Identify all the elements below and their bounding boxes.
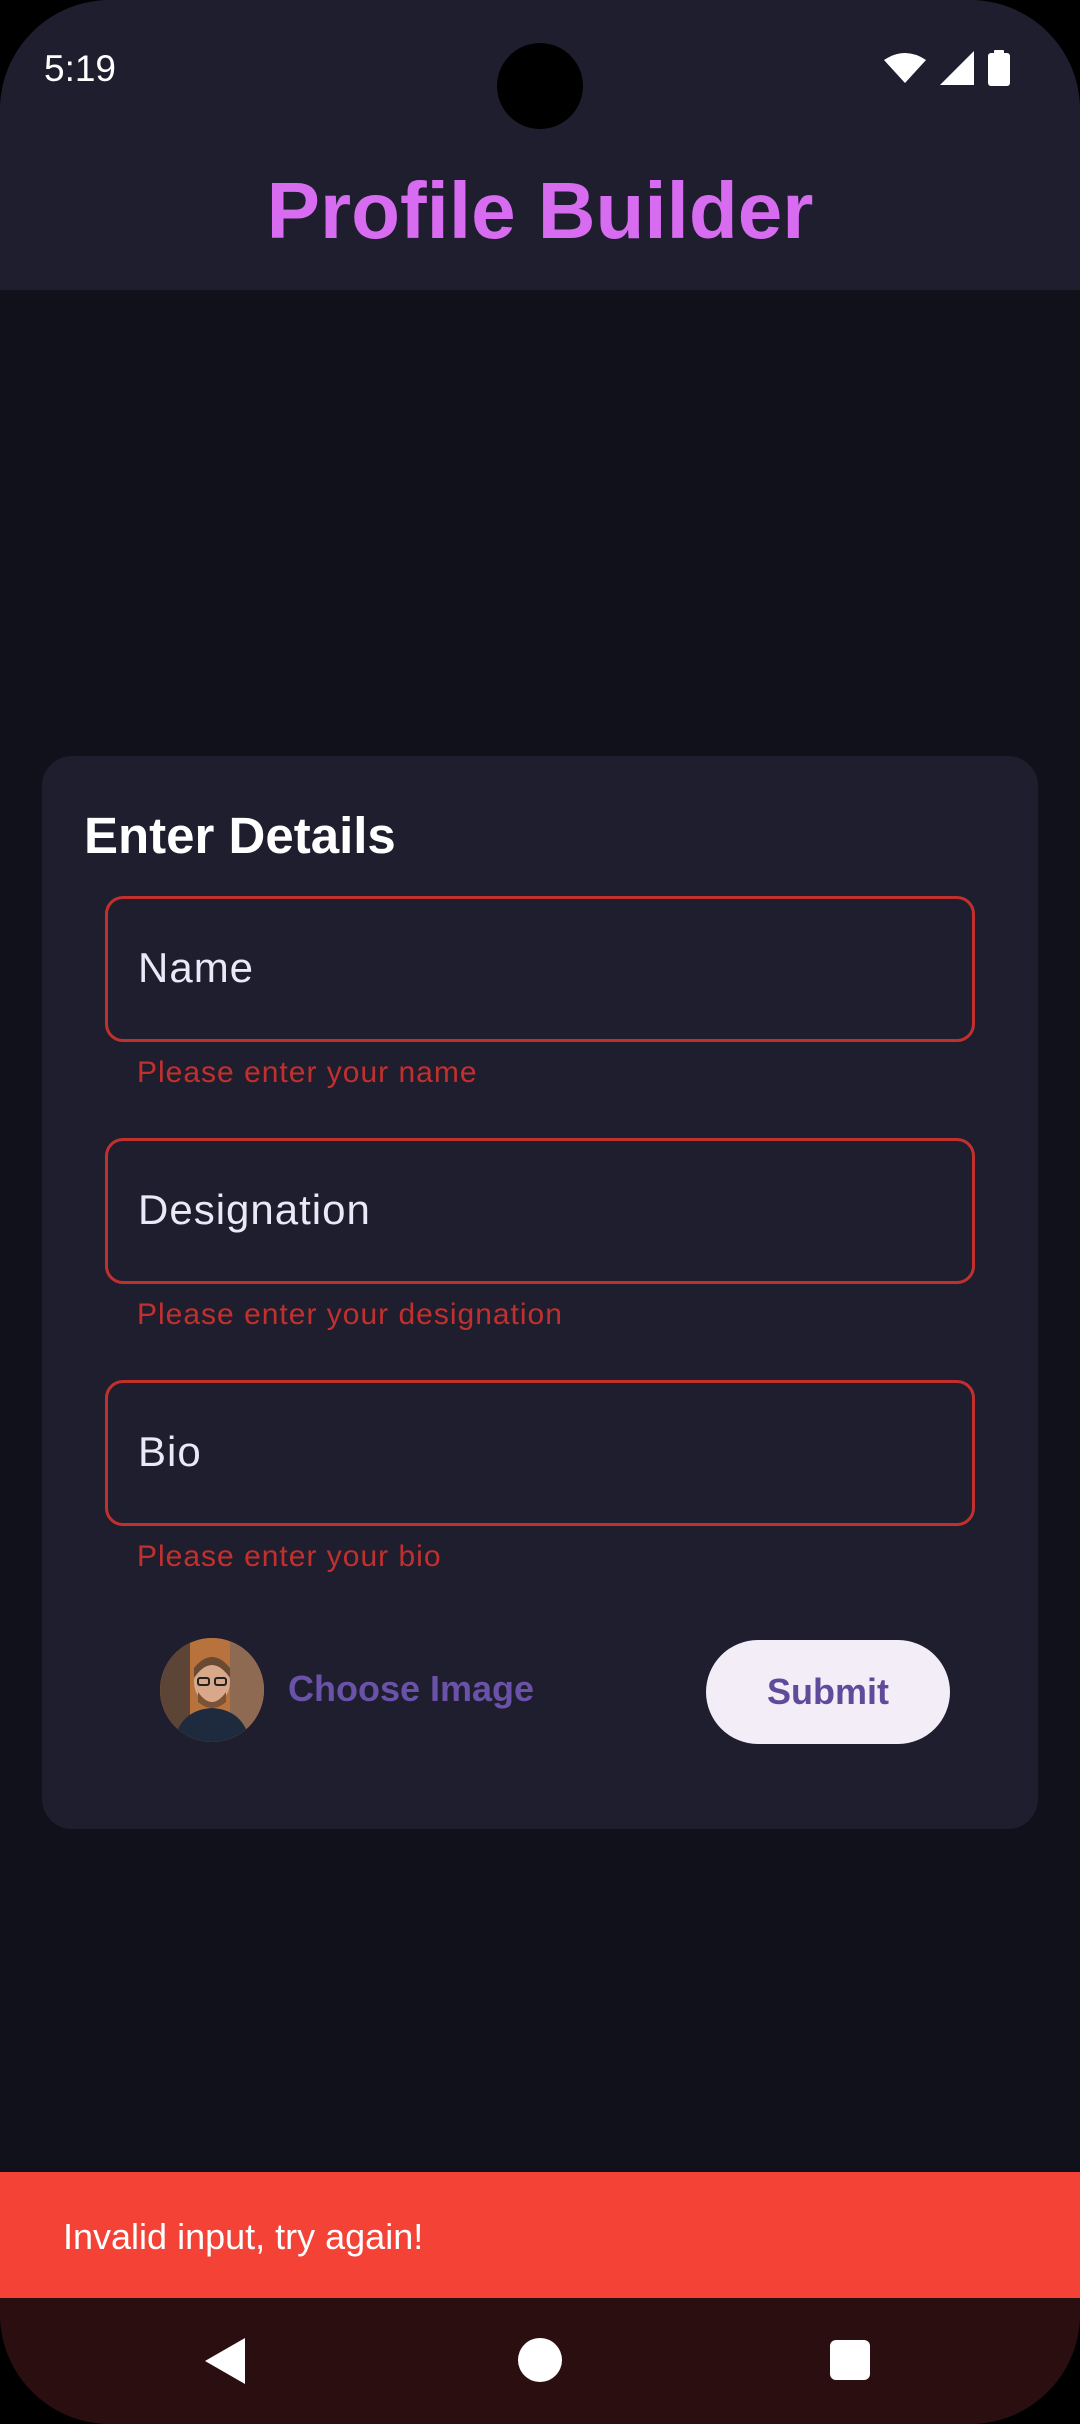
name-field-label: Name (138, 944, 255, 991)
submit-button[interactable]: Submit (706, 1640, 950, 1744)
back-icon[interactable] (205, 2338, 249, 2384)
bio-error: Please enter your bio (137, 1540, 442, 1573)
camera-cutout (497, 43, 583, 129)
status-time: 5:19 (44, 48, 117, 89)
battery-icon (988, 50, 1010, 86)
bio-field-label: Bio (138, 1428, 202, 1475)
designation-field[interactable]: Designation (105, 1138, 975, 1284)
error-snackbar: Invalid input, try again! (0, 2172, 1080, 2298)
designation-error: Please enter your designation (137, 1298, 563, 1331)
card-title: Enter Details (84, 807, 396, 864)
details-card: Enter Details Name Please enter your nam… (42, 756, 1038, 1829)
bio-field[interactable]: Bio (105, 1380, 975, 1526)
recents-icon[interactable] (830, 2340, 870, 2380)
device-screen: 5:19 Profile Builder Enter Details Name … (0, 0, 1080, 2424)
signal-icon (940, 51, 974, 85)
avatar[interactable] (160, 1638, 264, 1742)
name-field[interactable]: Name (105, 896, 975, 1042)
wifi-icon (884, 53, 926, 83)
person-photo-icon (160, 1638, 264, 1742)
name-error: Please enter your name (137, 1056, 478, 1089)
home-icon[interactable] (518, 2338, 562, 2382)
snackbar-message: Invalid input, try again! (63, 2216, 424, 2257)
app-bar: 5:19 Profile Builder (0, 0, 1080, 290)
choose-image-button[interactable]: Choose Image (288, 1668, 534, 1710)
app-title: Profile Builder (266, 166, 814, 255)
status-icons (884, 50, 1010, 86)
designation-field-label: Designation (138, 1186, 371, 1233)
